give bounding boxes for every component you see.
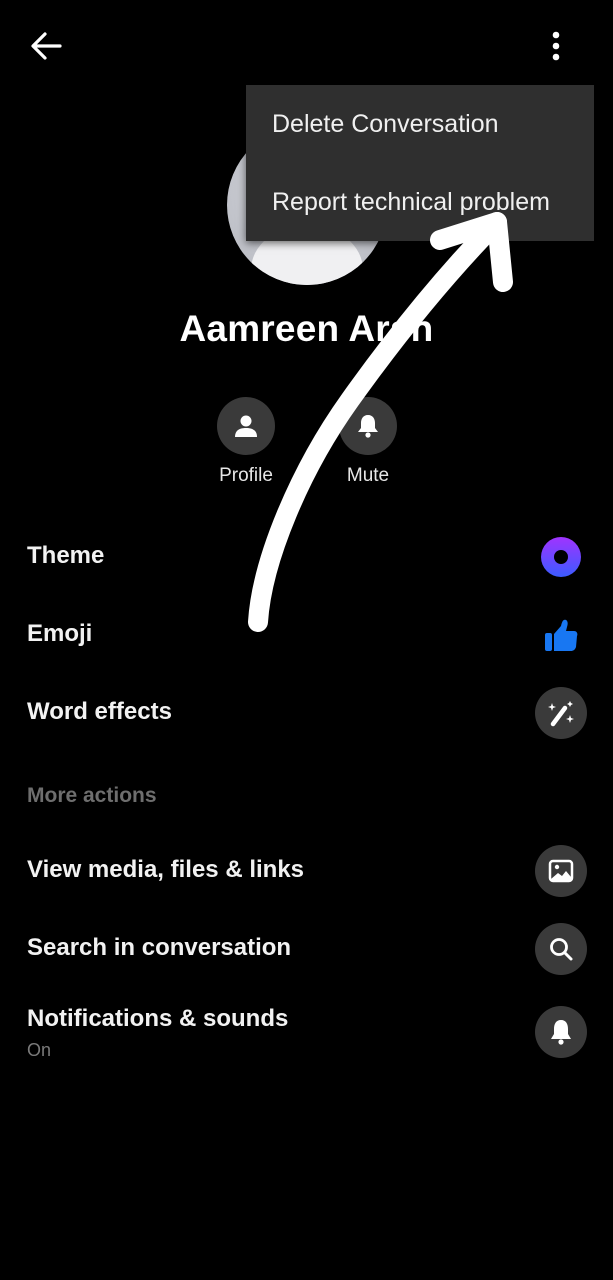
emoji-row[interactable]: Emoji <box>0 605 613 665</box>
more-vertical-icon <box>552 31 560 61</box>
more-actions-header: More actions <box>27 784 157 807</box>
theme-label: Theme <box>27 542 105 569</box>
delete-conversation-menu-item[interactable]: Delete Conversation <box>272 110 499 139</box>
notifications-label: Notifications & sounds <box>27 1005 289 1032</box>
overflow-menu: Delete Conversation Report technical pro… <box>246 85 594 241</box>
theme-row[interactable]: Theme <box>0 527 613 587</box>
emoji-label: Emoji <box>27 620 93 647</box>
search-conversation-label: Search in conversation <box>27 934 292 961</box>
person-icon <box>235 415 257 437</box>
more-options-button[interactable] <box>536 24 576 68</box>
arrow-left-icon <box>31 32 62 60</box>
bell-icon <box>358 415 378 438</box>
word-effects-row[interactable]: Word effects <box>0 683 613 743</box>
report-technical-problem-menu-item[interactable]: Report technical problem <box>272 188 550 217</box>
profile-label: Profile <box>219 465 273 486</box>
search-conversation-row[interactable]: Search in conversation <box>0 919 613 979</box>
notifications-row[interactable]: Notifications & sounds On <box>0 1000 613 1070</box>
mute-label: Mute <box>346 465 390 486</box>
word-effects-label: Word effects <box>27 698 172 725</box>
theme-ring-icon <box>541 537 581 577</box>
view-media-row[interactable]: View media, files & links <box>0 841 613 901</box>
contact-name: Aamreen Arsh <box>179 308 434 349</box>
notifications-status: On <box>27 1040 52 1060</box>
search-icon <box>550 938 573 961</box>
bell-icon <box>551 1020 571 1045</box>
thumbs-up-icon <box>545 619 578 651</box>
view-media-label: View media, files & links <box>27 856 305 883</box>
magic-wand-icon <box>548 701 574 727</box>
image-icon <box>548 859 574 883</box>
mute-button[interactable]: Mute <box>328 397 408 487</box>
back-button[interactable] <box>22 24 70 68</box>
profile-button[interactable]: Profile <box>206 397 286 487</box>
